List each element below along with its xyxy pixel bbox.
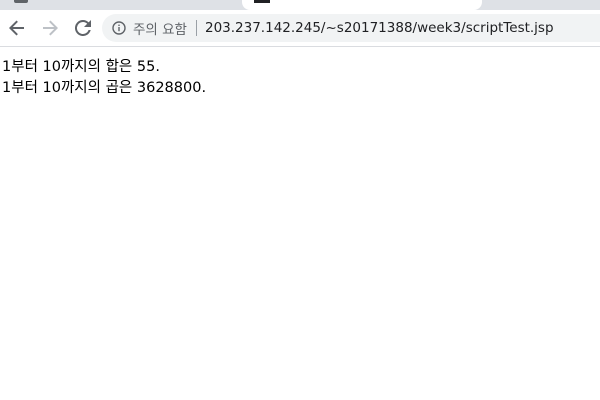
info-icon [112,21,126,35]
address-bar[interactable]: 주의 요함 203.237.142.245/~s20171388/week3/s… [102,14,600,42]
tab-strip [0,0,600,10]
forward-arrow-icon [43,20,58,36]
omnibox-divider [195,20,197,36]
reload-button[interactable] [67,12,99,44]
security-chip[interactable]: 주의 요함 [102,18,187,38]
url-text[interactable]: 203.237.142.245/~s20171388/week3/scriptT… [205,20,554,36]
tab-inactive-right[interactable] [482,0,600,10]
page-content: 1부터 10까지의 합은 55. 1부터 10까지의 곱은 3628800. [0,47,600,99]
tab-inactive-left[interactable] [0,0,242,10]
tab-favicon-icon [14,0,28,3]
reload-icon [75,20,91,36]
product-result-text: 1부터 10까지의 곱은 3628800. [2,80,207,96]
back-button[interactable] [1,12,33,44]
browser-toolbar: 주의 요함 203.237.142.245/~s20171388/week3/s… [0,10,600,47]
tab-active[interactable] [242,0,482,10]
security-label: 주의 요함 [133,22,187,38]
forward-button[interactable] [34,12,66,44]
sum-result-text: 1부터 10까지의 합은 55. [2,59,160,75]
back-arrow-icon [9,20,24,36]
favicon-icon [254,0,270,3]
